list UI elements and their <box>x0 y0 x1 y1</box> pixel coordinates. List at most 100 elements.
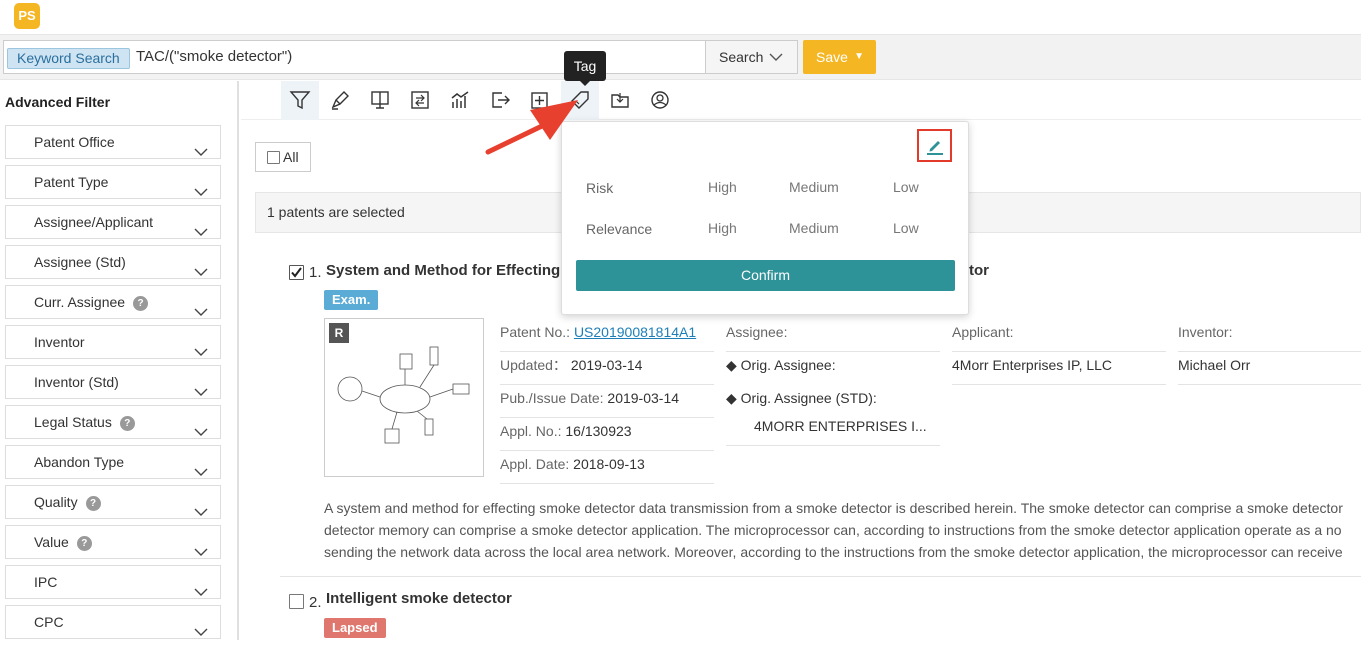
chevron-down-icon <box>194 576 208 596</box>
relevance-option-medium[interactable]: Medium <box>789 220 839 236</box>
filter-curr-assignee[interactable]: Curr. Assignee? <box>5 285 221 319</box>
patent-no-link[interactable]: US20190081814A1 <box>574 324 696 340</box>
caret-down-icon: ▼ <box>854 51 864 62</box>
app-logo[interactable]: PS <box>14 3 40 29</box>
appl-no-field: Appl. No.: 16/130923 <box>500 418 714 451</box>
result-2-checkbox[interactable] <box>289 594 304 609</box>
filter-label: Legal Status <box>34 414 112 430</box>
chevron-down-icon <box>194 536 208 556</box>
filter-label: Inventor <box>34 334 85 350</box>
filter-patent-office[interactable]: Patent Office <box>5 125 221 159</box>
pencil-icon <box>927 141 943 155</box>
edit-tags-button[interactable] <box>917 129 952 162</box>
chevron-down-icon <box>194 616 208 636</box>
applicant-field: Applicant: <box>952 319 1166 352</box>
orig-assignee-label: ◆ Orig. Assignee: <box>726 357 836 373</box>
filter-ipc[interactable]: IPC <box>5 565 221 599</box>
updated-value: 2019-03-14 <box>570 357 643 373</box>
chevron-down-icon <box>194 496 208 516</box>
highlight-tool[interactable] <box>321 81 359 120</box>
analysis-tool[interactable] <box>441 81 479 120</box>
chevron-down-icon <box>769 41 783 84</box>
filter-label: Value <box>34 534 69 550</box>
filter-quality[interactable]: Quality? <box>5 485 221 519</box>
filter-legal-status[interactable]: Legal Status? <box>5 405 221 439</box>
search-query-input[interactable]: TAC/("smoke detector") <box>136 41 292 73</box>
save-folder-tool[interactable] <box>601 81 639 120</box>
filter-icon <box>289 91 311 110</box>
select-all-checkbox[interactable]: All <box>255 142 311 172</box>
filter-inventor-std[interactable]: Inventor (Std) <box>5 365 221 399</box>
assignee-label: Assignee: <box>726 324 788 340</box>
abstract-line: sending the network data across the loca… <box>324 544 1343 560</box>
risk-option-high[interactable]: High <box>708 179 737 195</box>
keyword-search-tag[interactable]: Keyword Search <box>7 48 130 69</box>
compare-icon <box>411 91 429 109</box>
orig-assignee-std-value[interactable]: 4MORR ENTERPRISES I... <box>754 418 927 434</box>
top-bar: PS <box>0 0 1361 35</box>
applicant-value[interactable]: 4Morr Enterprises IP, LLC <box>952 357 1112 373</box>
filter-label: CPC <box>34 614 64 630</box>
search-button-label: Search <box>719 49 764 65</box>
filter-assignee-std[interactable]: Assignee (Std) <box>5 245 221 279</box>
search-box[interactable]: Keyword Search TAC/("smoke detector") Se… <box>3 40 798 74</box>
orig-assignee-std-value-field: 4MORR ENTERPRISES I... <box>726 413 940 446</box>
advanced-filter-sidebar: Advanced Filter Patent Office Patent Type… <box>0 81 239 640</box>
assignee-field: Assignee: <box>726 319 940 352</box>
chevron-down-icon <box>194 216 208 236</box>
save-button[interactable]: Save ▼ <box>803 40 876 74</box>
pub-date-label: Pub./Issue Date: <box>500 390 604 406</box>
chevron-down-icon <box>194 336 208 356</box>
filter-label: Assignee/Applicant <box>34 214 154 230</box>
risk-option-low[interactable]: Low <box>893 179 919 195</box>
patent-drawing-thumbnail[interactable]: R <box>324 318 484 477</box>
folder-icon <box>611 93 629 108</box>
search-button[interactable]: Search <box>705 41 797 73</box>
relevance-label: Relevance <box>586 221 653 237</box>
result-2-index: 2. <box>309 594 322 611</box>
help-icon[interactable]: ? <box>85 496 101 511</box>
inventor-value[interactable]: Michael Orr <box>1178 357 1250 373</box>
filter-tool[interactable] <box>281 81 319 120</box>
chart-icon <box>451 91 469 108</box>
help-icon[interactable]: ? <box>119 416 135 431</box>
relevance-option-high[interactable]: High <box>708 220 737 236</box>
filter-label: Patent Type <box>34 174 109 190</box>
filter-value[interactable]: Value? <box>5 525 221 559</box>
result-1-title[interactable]: System and Method for Effecting <box>326 262 560 279</box>
result-1-abstract: A system and method for effecting smoke … <box>324 497 1361 563</box>
monitor-icon <box>371 91 389 109</box>
filter-abandon-type[interactable]: Abandon Type <box>5 445 221 479</box>
search-row: Keyword Search TAC/("smoke detector") Se… <box>0 35 1361 80</box>
abstract-line: detector memory can comprise a smoke det… <box>324 522 1342 538</box>
filter-cpc[interactable]: CPC <box>5 605 221 639</box>
compare-tool[interactable] <box>401 81 439 120</box>
sidebar-title: Advanced Filter <box>5 94 111 110</box>
relevance-option-low[interactable]: Low <box>893 220 919 236</box>
filter-assignee-applicant[interactable]: Assignee/Applicant <box>5 205 221 239</box>
help-icon[interactable]: ? <box>133 296 149 311</box>
filter-label: Patent Office <box>34 134 115 150</box>
chevron-down-icon <box>194 176 208 196</box>
confirm-button[interactable]: Confirm <box>576 260 955 291</box>
inventor-value-field: Michael Orr <box>1178 352 1361 385</box>
orig-assignee-field: ◆ Orig. Assignee: <box>726 352 940 385</box>
chevron-down-icon <box>194 136 208 156</box>
result-1-checkbox[interactable] <box>289 265 304 280</box>
result-2-title[interactable]: Intelligent smoke detector <box>326 590 512 607</box>
applicant-value-field: 4Morr Enterprises IP, LLC <box>952 352 1166 385</box>
filter-inventor[interactable]: Inventor <box>5 325 221 359</box>
monitor-tool[interactable] <box>641 81 679 120</box>
result-1-title-tail[interactable]: tor <box>969 262 989 279</box>
help-icon[interactable]: ? <box>76 536 92 551</box>
appl-no-value: 16/130923 <box>565 423 632 439</box>
status-badge: Lapsed <box>324 618 386 638</box>
tag-popup: Risk High Medium Low Relevance High Medi… <box>561 121 969 315</box>
filter-patent-type[interactable]: Patent Type <box>5 165 221 199</box>
appl-date-value: 2018-09-13 <box>573 456 645 472</box>
applicant-label: Applicant: <box>952 324 1014 340</box>
risk-label: Risk <box>586 180 614 196</box>
risk-option-medium[interactable]: Medium <box>789 179 839 195</box>
view-tool[interactable] <box>361 81 399 120</box>
result-toolbar <box>241 81 1361 120</box>
